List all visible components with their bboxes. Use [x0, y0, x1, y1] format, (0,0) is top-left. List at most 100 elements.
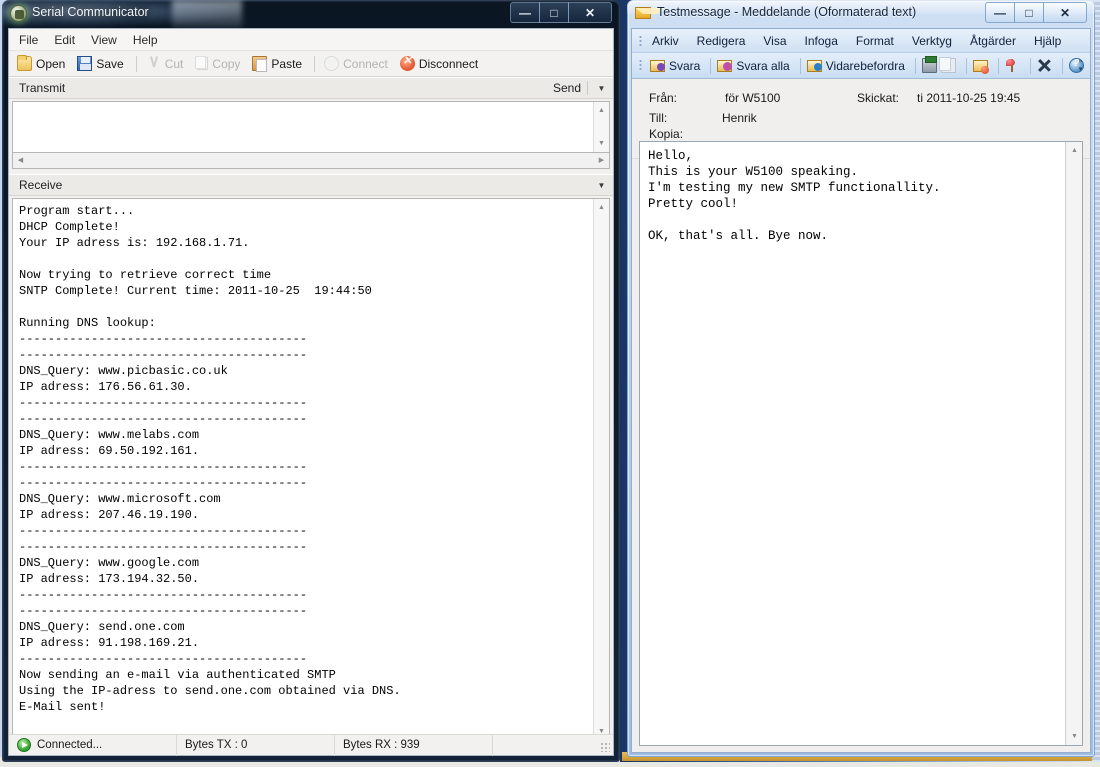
menu-item-verktyg[interactable]: Verktyg: [912, 34, 952, 48]
menu-item-visa[interactable]: Visa: [763, 34, 786, 48]
print-icon: [922, 58, 937, 73]
serial-statusbar: Connected... Bytes TX : 0 Bytes RX : 939: [9, 734, 613, 755]
scroll-up-arrow[interactable]: ▲: [1067, 143, 1082, 158]
delete-mail-button[interactable]: [973, 58, 988, 73]
transmit-panel-header: Transmit Send ▼: [9, 77, 613, 99]
menu-item-view[interactable]: View: [91, 33, 117, 47]
mail-vertical-scrollbar[interactable]: ▲ ▼: [1065, 142, 1082, 745]
receive-vertical-scrollbar[interactable]: ▲ ▼: [593, 199, 609, 740]
minimize-button[interactable]: —: [510, 2, 540, 23]
delete-mail-icon: [973, 58, 988, 73]
send-button[interactable]: Send: [553, 81, 581, 95]
status-connection-text: Connected...: [37, 739, 102, 751]
toolbar-save-button[interactable]: Save: [77, 56, 123, 71]
toolbar-copy-label: Copy: [212, 57, 240, 71]
reply-button[interactable]: Svara: [650, 58, 700, 73]
transmit-vertical-scrollbar[interactable]: ▲ ▼: [593, 102, 609, 152]
menu-item-atgarder[interactable]: Åtgärder: [970, 34, 1016, 48]
mail-menubar[interactable]: Arkiv Redigera Visa Infoga Format Verkty…: [632, 29, 1090, 53]
receive-textarea[interactable]: Program start... DHCP Complete! Your IP …: [12, 198, 610, 741]
maximize-button[interactable]: □: [1014, 2, 1044, 23]
flag-button[interactable]: [1005, 58, 1020, 73]
reply-all-button[interactable]: Svara alla: [717, 58, 789, 73]
chevron-down-icon[interactable]: ▼: [594, 80, 609, 96]
toolbar-paste-button[interactable]: Paste: [252, 56, 302, 71]
reply-icon: [650, 58, 665, 73]
status-bytes-tx-cell: Bytes TX : 0: [177, 735, 335, 756]
toolbar-grip-icon[interactable]: [639, 59, 642, 71]
receive-panel-header: Receive ▼: [9, 174, 613, 196]
scroll-left-arrow[interactable]: ◀: [14, 154, 27, 166]
scroll-down-arrow[interactable]: ▼: [594, 136, 609, 151]
green-play-circle-icon: [17, 738, 31, 752]
minimize-button[interactable]: —: [985, 2, 1015, 23]
menu-item-redigera[interactable]: Redigera: [697, 34, 746, 48]
serial-titlebar[interactable]: Serial Communicator — □ ✕: [2, 0, 620, 28]
print-button[interactable]: [922, 58, 937, 73]
forward-button[interactable]: Vidarebefordra: [807, 58, 905, 73]
menu-item-arkiv[interactable]: Arkiv: [652, 34, 679, 48]
reply-all-label: Svara alla: [736, 59, 789, 73]
scroll-right-arrow[interactable]: ▶: [595, 154, 608, 166]
menu-item-file[interactable]: File: [19, 33, 38, 47]
status-bytes-rx-cell: Bytes RX : 939: [335, 735, 493, 756]
serial-window-controls[interactable]: — □ ✕: [511, 2, 612, 23]
toolbar-cut-button: Cut: [146, 56, 184, 71]
to-label: Till:: [649, 111, 667, 125]
toolbar-separator-2: [314, 56, 315, 72]
mail-titlebar[interactable]: Testmessage - Meddelande (Oformaterad te…: [627, 0, 1095, 28]
maximize-button[interactable]: □: [539, 2, 569, 23]
chevron-down-icon[interactable]: ▼: [594, 177, 609, 193]
serial-communicator-window[interactable]: Serial Communicator — □ ✕ File Edit View…: [2, 0, 620, 762]
toolbar-open-button[interactable]: Open: [17, 56, 65, 71]
mail-window-title: Testmessage - Meddelande (Oformaterad te…: [657, 5, 916, 19]
from-value: för W5100: [725, 91, 780, 105]
status-empty-cell: [493, 735, 613, 756]
serial-toolbar[interactable]: Open Save Cut Copy Paste: [9, 51, 613, 77]
toolbar-disconnect-button[interactable]: Disconnect: [400, 56, 478, 71]
receive-header-actions[interactable]: ▼: [594, 177, 609, 193]
scroll-down-arrow[interactable]: ▼: [1067, 729, 1082, 744]
copy-icon: [941, 58, 956, 73]
resize-grip[interactable]: [600, 742, 610, 752]
mail-message-window[interactable]: Testmessage - Meddelande (Oformaterad te…: [627, 0, 1095, 757]
to-value: Henrik: [722, 111, 757, 125]
mail-body-container[interactable]: Hello, This is your W5100 speaking. I'm …: [639, 141, 1083, 746]
sent-label: Skickat:: [857, 91, 899, 105]
scroll-up-arrow[interactable]: ▲: [594, 200, 609, 215]
transmit-label: Transmit: [19, 81, 65, 95]
close-button[interactable]: ✕: [1043, 2, 1087, 23]
serial-window-title: Serial Communicator: [32, 5, 149, 19]
toolbar-cut-label: Cut: [165, 57, 184, 71]
menubar-grip-icon[interactable]: [639, 35, 642, 47]
transmit-header-actions[interactable]: Send ▼: [553, 80, 609, 96]
scroll-up-arrow[interactable]: ▲: [594, 103, 609, 118]
transmit-textarea[interactable]: ▲ ▼: [12, 101, 610, 153]
folder-open-icon: [17, 56, 32, 71]
mail-toolbar-separator-6: [1030, 58, 1031, 74]
toolbar-expand-icon[interactable]: »▾: [1074, 55, 1087, 77]
close-button[interactable]: ✕: [568, 2, 612, 23]
clipboard-icon: [252, 56, 267, 71]
menu-item-format[interactable]: Format: [856, 34, 894, 48]
mail-toolbar-separator-7: [1062, 58, 1063, 74]
mail-toolbar[interactable]: Svara Svara alla Vidarebefordra: [632, 53, 1090, 79]
serial-menubar[interactable]: File Edit View Help: [9, 29, 613, 51]
transmit-horizontal-scrollbar[interactable]: ◀ ▶: [12, 153, 610, 169]
receive-label: Receive: [19, 178, 62, 192]
mail-toolbar-separator-2: [800, 58, 801, 74]
mail-client-area: Arkiv Redigera Visa Infoga Format Verkty…: [631, 28, 1091, 753]
menu-item-hjalp[interactable]: Hjälp: [1034, 34, 1061, 48]
transmit-separator: [587, 81, 588, 95]
reply-label: Svara: [669, 59, 700, 73]
desktop-screen: Serial Communicator — □ ✕ File Edit View…: [0, 0, 1100, 767]
menu-item-help[interactable]: Help: [133, 33, 158, 47]
menu-item-infoga[interactable]: Infoga: [805, 34, 838, 48]
titlebar-sheen-secondary: [172, 0, 242, 28]
plug-disconnect-icon: [400, 56, 415, 71]
delete-button[interactable]: [1037, 58, 1052, 73]
menu-item-edit[interactable]: Edit: [54, 33, 75, 47]
mail-toolbar-separator-5: [998, 58, 999, 74]
mail-window-controls[interactable]: — □ ✕: [986, 2, 1087, 23]
flag-icon: [1005, 58, 1020, 73]
